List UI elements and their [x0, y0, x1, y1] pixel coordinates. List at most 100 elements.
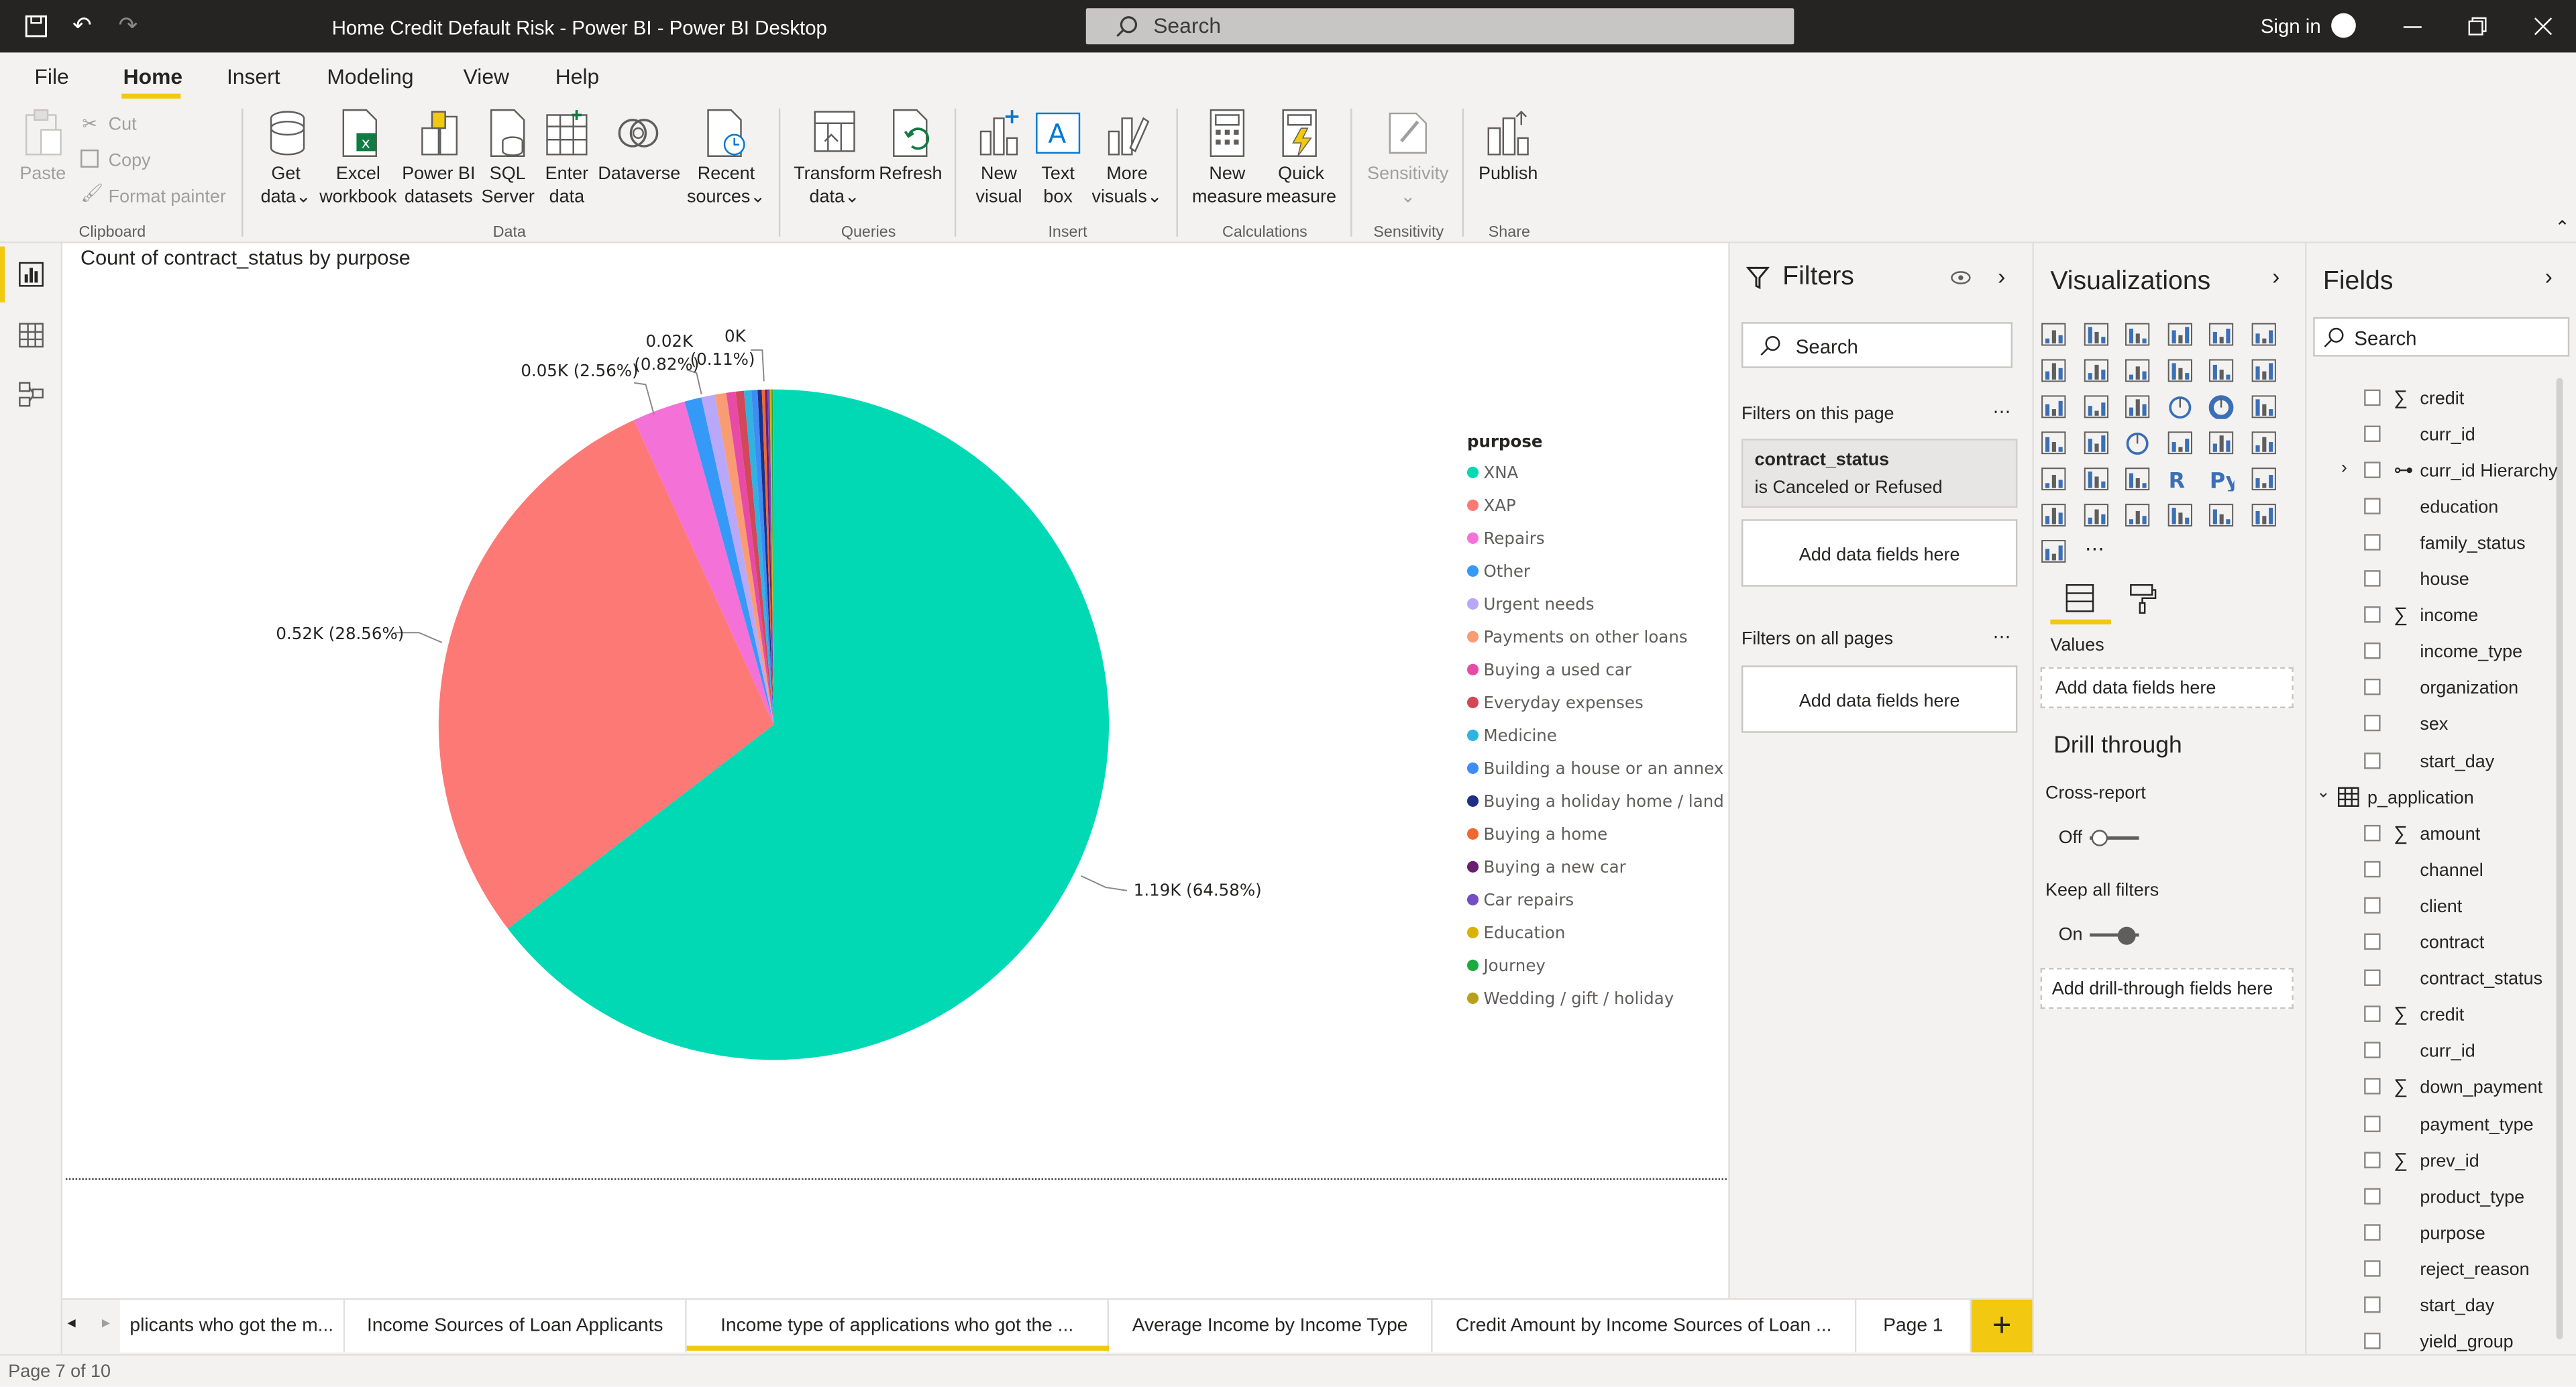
minimize-icon[interactable] — [2403, 26, 2422, 28]
clustered-column-visual-icon[interactable] — [2166, 322, 2192, 347]
page-tab-3-active[interactable]: Income type of applications who got the … — [686, 1299, 1110, 1353]
card-visual-icon[interactable] — [2166, 431, 2192, 455]
field-item[interactable]: contract — [2420, 932, 2484, 955]
qa-visual-icon[interactable] — [2082, 503, 2108, 528]
field-checkbox[interactable] — [2364, 1042, 2381, 1059]
values-well[interactable]: Add data fields here — [2040, 667, 2294, 708]
field-checkbox[interactable] — [2364, 715, 2381, 732]
filters-search-input[interactable]: Search — [1741, 322, 2013, 368]
collapse-visualizations-icon[interactable]: › — [2272, 263, 2279, 289]
legend-item[interactable]: Education — [1466, 924, 1565, 946]
field-item[interactable]: client — [2420, 896, 2462, 919]
field-item[interactable]: organization — [2420, 677, 2518, 700]
funnel-visual-icon[interactable] — [2082, 394, 2108, 419]
add-data-fields-page-well[interactable]: Add data fields here — [1741, 519, 2018, 587]
key-influencers-visual-icon[interactable] — [2250, 467, 2276, 492]
add-page-button[interactable]: + — [1971, 1299, 2033, 1353]
field-checkbox[interactable] — [2364, 534, 2381, 551]
field-item[interactable]: curr_id — [2420, 1041, 2475, 1064]
field-item[interactable]: income — [2420, 605, 2478, 628]
field-checkbox[interactable] — [2364, 934, 2381, 950]
next-page-icon[interactable]: ▸ — [102, 1315, 110, 1333]
sign-in-link[interactable]: Sign in — [2261, 15, 2321, 38]
field-checkbox[interactable] — [2364, 570, 2381, 588]
collapse-filters-icon[interactable]: › — [1998, 263, 2005, 289]
field-item[interactable]: curr_id — [2420, 424, 2475, 447]
slicer-visual-icon[interactable] — [2041, 467, 2067, 492]
power-automate-visual-icon[interactable] — [2041, 539, 2067, 564]
field-item[interactable]: down_payment — [2420, 1077, 2542, 1100]
chevron-down-icon[interactable]: ⌄ — [2316, 784, 2330, 802]
field-checkbox[interactable] — [2364, 1223, 2381, 1241]
legend-item[interactable]: Buying a holiday home / land — [1466, 792, 1724, 815]
field-checkbox[interactable] — [2364, 1006, 2381, 1023]
fields-scrollbar[interactable] — [2556, 378, 2563, 1339]
map-visual-icon[interactable] — [2041, 431, 2067, 455]
avatar[interactable] — [2331, 13, 2356, 38]
field-checkbox[interactable] — [2364, 1187, 2381, 1205]
field-item[interactable]: credit — [2420, 388, 2464, 410]
r-visual-visual-icon[interactable]: R — [2166, 467, 2192, 492]
field-item[interactable]: sex — [2420, 714, 2448, 736]
pie-chart[interactable] — [0, 0, 1725, 1183]
field-item[interactable]: amount — [2420, 823, 2480, 846]
field-checkbox[interactable] — [2364, 824, 2381, 842]
ribbon-visual-icon[interactable] — [2250, 358, 2276, 383]
stacked-column-visual-icon[interactable] — [2082, 322, 2108, 347]
legend-item[interactable]: Car repairs — [1466, 891, 1574, 913]
clustered-bar-visual-icon[interactable] — [2125, 322, 2151, 347]
fields-tab-icon[interactable] — [2063, 581, 2096, 614]
close-icon[interactable] — [2533, 17, 2553, 36]
field-item[interactable]: family_status — [2420, 533, 2525, 555]
more-options-icon[interactable]: ⋯ — [1993, 401, 2011, 422]
field-checkbox[interactable] — [2364, 1296, 2381, 1313]
treemap-visual-icon[interactable] — [2250, 394, 2276, 419]
multi-row-card-visual-icon[interactable] — [2208, 431, 2234, 455]
gauge-visual-icon[interactable] — [2125, 431, 2151, 455]
field-checkbox[interactable] — [2364, 679, 2381, 696]
matrix-visual-icon[interactable] — [2125, 467, 2151, 492]
legend-item[interactable]: Repairs — [1466, 529, 1545, 552]
field-item[interactable]: reject_reason — [2420, 1258, 2529, 1281]
field-checkbox[interactable] — [2364, 389, 2381, 406]
collapse-ribbon-icon[interactable]: ⌃ — [2555, 217, 2570, 238]
field-item[interactable]: yield_group — [2420, 1331, 2513, 1353]
decomposition-tree-visual-icon[interactable] — [2041, 503, 2067, 528]
field-item[interactable]: prev_id — [2420, 1150, 2479, 1172]
field-item[interactable]: house — [2420, 569, 2469, 592]
legend-item[interactable]: Buying a new car — [1466, 858, 1626, 881]
pie-slices[interactable] — [438, 389, 1110, 1060]
scatter-visual-icon[interactable] — [2125, 394, 2151, 419]
legend-item[interactable]: Buying a used car — [1466, 661, 1631, 683]
field-checkbox[interactable] — [2364, 861, 2381, 878]
field-item[interactable]: start_day — [2420, 750, 2494, 773]
legend-item[interactable]: Payments on other loans — [1466, 628, 1688, 651]
field-checkbox[interactable] — [2364, 1151, 2381, 1168]
collapse-fields-icon[interactable]: › — [2545, 263, 2553, 289]
eye-icon[interactable] — [1950, 270, 1972, 286]
previous-page-icon[interactable]: ◂ — [67, 1315, 75, 1333]
pie-visual-icon[interactable] — [2166, 394, 2192, 419]
legend-item[interactable]: Everyday expenses — [1466, 694, 1644, 716]
legend-item[interactable]: Urgent needs — [1466, 595, 1595, 618]
100-column-visual-icon[interactable] — [2250, 322, 2276, 347]
cross-report-toggle[interactable] — [2090, 828, 2139, 848]
field-checkbox[interactable] — [2364, 1260, 2381, 1277]
legend-item[interactable]: Other — [1466, 562, 1530, 585]
smart-narrative-visual-icon[interactable] — [2125, 503, 2151, 528]
field-item[interactable]: curr_id Hierarchy — [2420, 460, 2557, 483]
fields-search-input[interactable]: Search — [2313, 317, 2570, 357]
100-bar-visual-icon[interactable] — [2208, 322, 2234, 347]
legend-item[interactable]: XAP — [1466, 496, 1516, 519]
page-tab-1[interactable]: plicants who got the m... — [119, 1299, 345, 1353]
line-clustered-visual-icon[interactable] — [2208, 358, 2234, 383]
line-column-visual-icon[interactable] — [2166, 358, 2192, 383]
field-item[interactable]: start_day — [2420, 1294, 2494, 1317]
kpi-visual-icon[interactable] — [2250, 431, 2276, 455]
field-item[interactable]: credit — [2420, 1005, 2464, 1028]
field-checkbox[interactable] — [2364, 751, 2381, 769]
python-visual-visual-icon[interactable]: Py — [2208, 467, 2235, 492]
keep-all-filters-toggle[interactable] — [2090, 925, 2139, 945]
field-item[interactable]: income_type — [2420, 641, 2522, 664]
table-name-p-application[interactable]: p_application — [2367, 787, 2474, 810]
